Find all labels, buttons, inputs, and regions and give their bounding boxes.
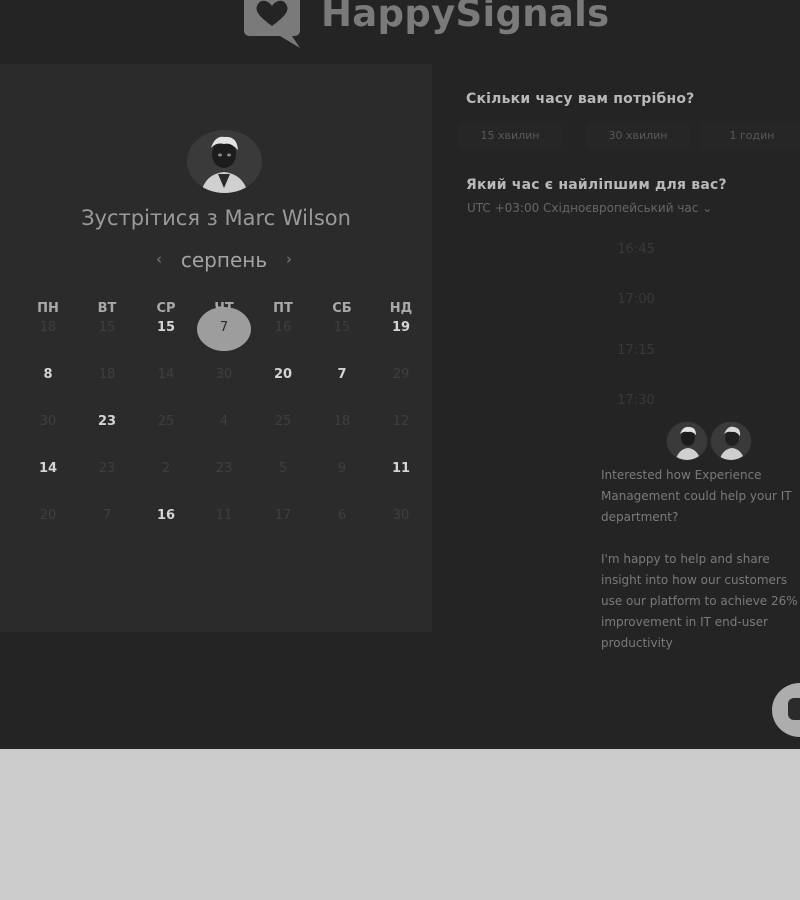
chat-agent-avatar <box>666 421 708 461</box>
calendar-day: 18 <box>98 367 116 382</box>
calendar-day-available[interactable]: 14 <box>28 459 68 479</box>
calendar-day: 29 <box>392 367 410 382</box>
calendar-day: 14 <box>157 367 175 382</box>
host-avatar <box>187 130 262 193</box>
brand-name: HappySignals <box>321 0 610 35</box>
calendar-day-available[interactable]: 11 <box>381 459 421 479</box>
timezone-select[interactable]: UTC +03:00 Східноєвропейський час ⌄ <box>467 201 712 215</box>
calendar-day: 15 <box>333 320 351 335</box>
calendar-day: 18 <box>39 320 57 335</box>
time-slot[interactable]: 17:00 <box>566 286 706 314</box>
calendar-day: 6 <box>337 508 347 523</box>
meeting-title: Зустрітися з Marc Wilson <box>81 206 351 230</box>
calendar-day: 25 <box>274 414 292 429</box>
timezone-label: UTC +03:00 Східноєвропейський час <box>467 201 699 215</box>
weekday-label: НД <box>389 301 413 316</box>
chat-message[interactable]: Interested how Experience Management cou… <box>601 465 800 654</box>
calendar-day-selected[interactable]: 7 <box>204 318 244 338</box>
calendar-day: 23 <box>215 461 233 476</box>
calendar-day: 7 <box>102 508 112 523</box>
chat-agent-avatar <box>710 421 752 461</box>
calendar-day: 18 <box>333 414 351 429</box>
calendar-day: 25 <box>157 414 175 429</box>
calendar-day-available[interactable]: 20 <box>263 365 303 385</box>
weekday-label: ПН <box>37 301 59 316</box>
time-slot[interactable]: 16:45 <box>566 236 706 264</box>
duration-option-30[interactable]: 30 хвилин <box>586 122 690 150</box>
weekday-label: СР <box>156 301 176 316</box>
calendar-day-available[interactable]: 16 <box>146 506 186 526</box>
calendar-day: 4 <box>219 414 229 429</box>
calendar-day: 20 <box>39 508 57 523</box>
weekday-label: ВТ <box>97 301 117 316</box>
calendar-day: 17 <box>274 508 292 523</box>
calendar-day: 12 <box>392 414 410 429</box>
duration-option-15[interactable]: 15 хвилин <box>458 122 562 150</box>
scheduler-page: HappySignals Зустрітися з Marc Wilson ‹ … <box>0 0 800 749</box>
logo-heart-icon <box>244 0 300 48</box>
duration-question: Скільки часу вам потрібно? <box>466 91 695 107</box>
chat-launcher-button[interactable] <box>772 683 800 737</box>
chat-icon <box>788 698 800 720</box>
calendar-day: 5 <box>278 461 288 476</box>
time-question: Який час є найліпшим для вас? <box>466 177 727 193</box>
time-slot[interactable]: 17:15 <box>566 337 706 365</box>
calendar-day: 30 <box>39 414 57 429</box>
calendar-day-available[interactable]: 23 <box>87 412 127 432</box>
calendar-day: 2 <box>161 461 171 476</box>
calendar-day: 30 <box>392 508 410 523</box>
calendar-day-available[interactable]: 15 <box>146 318 186 338</box>
time-slot[interactable]: 17:30 <box>566 387 706 415</box>
calendar-day: 15 <box>98 320 116 335</box>
weekday-label: ПТ <box>273 301 293 316</box>
chevron-left-icon[interactable]: ‹ <box>150 250 168 268</box>
calendar-day: 16 <box>274 320 292 335</box>
month-label: серпень <box>180 248 268 272</box>
chevron-right-icon[interactable]: › <box>280 250 298 268</box>
duration-option-60[interactable]: 1 годин <box>700 122 800 150</box>
calendar-day: 9 <box>337 461 347 476</box>
caret-down-icon: ⌄ <box>702 201 713 215</box>
calendar-day: 23 <box>98 461 116 476</box>
calendar-day: 11 <box>215 508 233 523</box>
calendar-day-available[interactable]: 19 <box>381 318 421 338</box>
calendar-panel: Зустрітися з Marc Wilson ‹ серпень › ПН В… <box>0 64 432 632</box>
weekday-label: СБ <box>332 301 352 316</box>
calendar-day: 30 <box>215 367 233 382</box>
calendar-day-available[interactable]: 8 <box>28 365 68 385</box>
calendar-day-available[interactable]: 7 <box>322 365 362 385</box>
